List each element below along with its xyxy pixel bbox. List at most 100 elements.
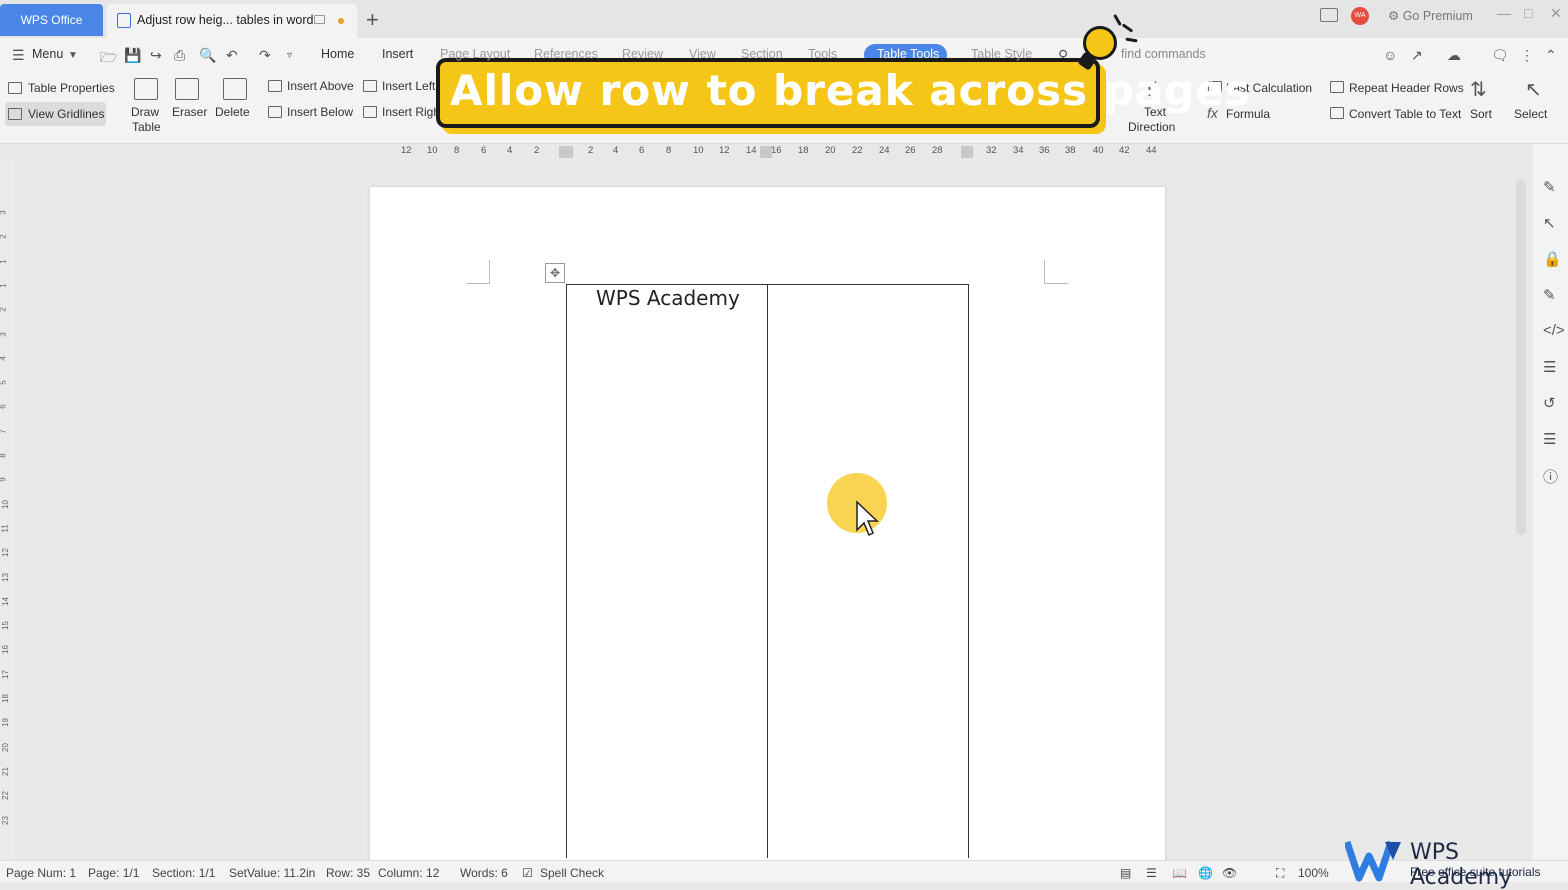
convert-table-to-text-button[interactable]: Convert Table to Text (1349, 107, 1461, 121)
print-icon[interactable]: ⎙ (174, 47, 185, 64)
comment-icon[interactable]: 🗨 (1491, 47, 1509, 64)
tab-insert[interactable]: Insert (382, 47, 413, 61)
save-icon[interactable]: 💾 (124, 47, 141, 64)
ruler-number: 26 (905, 145, 916, 156)
repeat-header-rows-button[interactable]: Repeat Header Rows (1349, 81, 1464, 95)
document-tab[interactable]: Adjust row heig... tables in word (107, 4, 357, 38)
delete-button[interactable]: Delete (215, 105, 250, 119)
history-icon[interactable]: ↺ (1543, 394, 1556, 412)
insert-below-button[interactable]: Insert Below (287, 105, 353, 119)
page-view-icon[interactable]: ▤ (1120, 866, 1131, 880)
tab-tools[interactable]: Tools (808, 47, 837, 61)
ruler-number: 8 (454, 145, 460, 156)
new-tab-button[interactable]: + (366, 8, 379, 32)
draw-table-label-1[interactable]: Draw (131, 105, 159, 119)
view-gridlines-icon (8, 108, 22, 120)
insert-right-button[interactable]: Insert Right (382, 105, 443, 119)
eraser-icon (175, 78, 199, 100)
zoom-level[interactable]: 100% (1298, 866, 1329, 880)
tab-table-tools[interactable]: Table Tools (877, 47, 939, 61)
chevron-down-icon[interactable]: ▼ (68, 50, 78, 61)
lock-icon[interactable]: 🔒 (1543, 250, 1562, 268)
open-folder-icon[interactable]: 🗁 (100, 47, 117, 71)
wps-office-tab[interactable]: WPS Office (0, 4, 103, 36)
select-arrow-icon[interactable]: ↖ (1543, 214, 1556, 232)
insert-above-button[interactable]: Insert Above (287, 79, 354, 93)
eraser-button[interactable]: Eraser (172, 105, 207, 119)
ruler-number: 10 (427, 145, 438, 156)
insert-left-button[interactable]: Insert Left (382, 79, 435, 93)
vertical-ruler-number: 4 (0, 356, 8, 360)
repeat-header-rows-icon (1330, 81, 1344, 93)
menu-button[interactable]: Menu (32, 47, 63, 61)
table-move-handle-icon[interactable]: ✥ (545, 263, 565, 283)
hamburger-icon[interactable]: ☰ (12, 47, 25, 64)
edit-pen-icon[interactable]: ✎ (1543, 178, 1556, 196)
outline-view-icon[interactable]: ☰ (1146, 866, 1157, 880)
spell-check-button[interactable]: Spell Check (540, 866, 604, 880)
ruler-number: 20 (825, 145, 836, 156)
select-button[interactable]: Select (1514, 107, 1547, 121)
status-row[interactable]: Row: 35 (326, 866, 370, 880)
table-column-divider[interactable] (767, 284, 769, 858)
reading-view-icon[interactable]: 📖 (1172, 866, 1187, 880)
export-icon[interactable]: ↪ (150, 47, 162, 64)
status-section[interactable]: Section: 1/1 (152, 866, 215, 880)
tab-view[interactable]: View (689, 47, 716, 61)
status-setvalue[interactable]: SetValue: 11.2in (229, 866, 315, 880)
text-direction-label-2[interactable]: Direction (1128, 120, 1175, 134)
table-cell-text[interactable]: WPS Academy (596, 286, 740, 310)
draw-table-label-2[interactable]: Table (132, 120, 161, 134)
status-page-num[interactable]: Page Num: 1 (6, 866, 76, 880)
search-input[interactable]: find commands (1121, 47, 1206, 61)
tab-table-style[interactable]: Table Style (971, 47, 1032, 61)
avatar[interactable]: WA (1351, 7, 1369, 25)
sort-button[interactable]: Sort (1470, 107, 1492, 121)
right-indent-marker[interactable] (961, 146, 973, 158)
ruler-number: 4 (613, 145, 619, 156)
layout-icon[interactable] (1320, 8, 1338, 22)
redo-icon[interactable]: ↷ (259, 47, 271, 64)
review-icon[interactable]: ✎ (1543, 286, 1556, 304)
web-view-icon[interactable]: 🌐 (1198, 866, 1213, 880)
vertical-ruler-number: 7 (0, 429, 8, 433)
customize-icon[interactable]: ▿ (287, 50, 292, 61)
vertical-ruler-number: 14 (0, 596, 10, 606)
tab-page-layout[interactable]: Page Layout (440, 47, 510, 61)
ruler-number: 10 (693, 145, 704, 156)
settings-sliders-icon[interactable]: ☰ (1543, 358, 1556, 376)
vertical-ruler-number: 6 (0, 405, 8, 409)
fit-page-icon[interactable]: ⛶ (1276, 866, 1284, 881)
close-icon[interactable]: ✕ (1550, 5, 1562, 22)
undo-icon[interactable]: ↶ (226, 47, 238, 64)
help-icon[interactable]: ⓘ (1543, 466, 1558, 487)
tab-home[interactable]: Home (321, 47, 354, 61)
code-icon[interactable]: </> (1543, 322, 1565, 339)
tab-section[interactable]: Section (741, 47, 783, 61)
tab-references[interactable]: References (534, 47, 598, 61)
left-indent-marker[interactable] (559, 146, 573, 158)
share-user-icon[interactable]: ☺ (1383, 47, 1397, 63)
collapse-ribbon-icon[interactable]: ⌃ (1545, 47, 1557, 64)
tab-review[interactable]: Review (622, 47, 663, 61)
vertical-ruler[interactable] (0, 160, 14, 860)
list-icon[interactable]: ☰ (1543, 430, 1556, 448)
eye-protection-icon[interactable]: 👁 (1222, 866, 1237, 880)
table-properties-button[interactable]: Table Properties (28, 81, 115, 95)
monitor-icon[interactable] (314, 15, 325, 24)
more-icon[interactable]: ⋮ (1520, 47, 1534, 64)
minimize-icon[interactable]: — (1497, 5, 1511, 21)
vertical-scrollbar[interactable] (1516, 180, 1526, 535)
vertical-ruler-number: 2 (0, 307, 8, 311)
share-icon[interactable]: ↗ (1411, 47, 1423, 64)
status-words[interactable]: Words: 6 (460, 866, 508, 880)
status-page[interactable]: Page: 1/1 (88, 866, 139, 880)
maximize-icon[interactable]: □ (1524, 5, 1532, 21)
status-column[interactable]: Column: 12 (378, 866, 439, 880)
cloud-icon[interactable]: ☁ (1447, 47, 1461, 64)
print-preview-icon[interactable]: 🔍 (199, 47, 216, 64)
go-premium-button[interactable]: ⚙ Go Premium (1388, 8, 1473, 23)
ruler-number: 24 (879, 145, 890, 156)
column-marker[interactable] (760, 146, 772, 158)
view-gridlines-button[interactable]: View Gridlines (28, 107, 104, 121)
